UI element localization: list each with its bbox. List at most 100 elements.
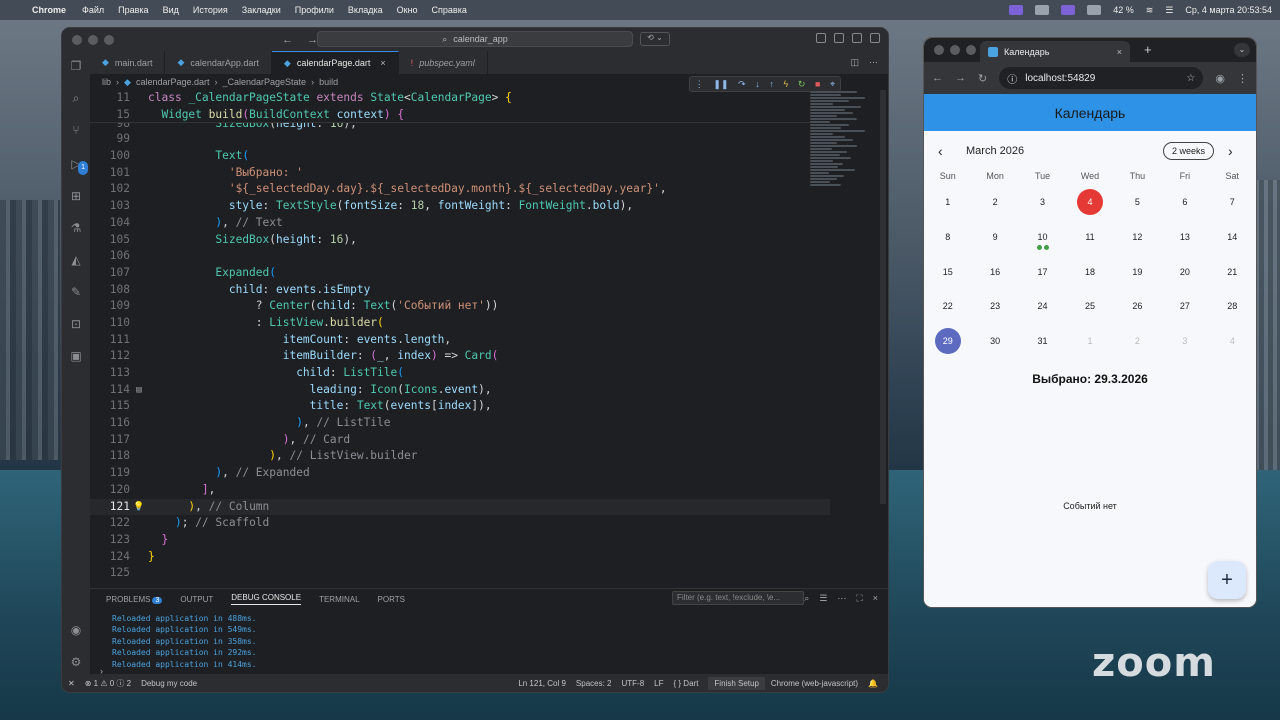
search-icon[interactable]: ⌕ [804, 593, 809, 604]
battery-status[interactable]: 42 % [1113, 5, 1134, 15]
calendar-day[interactable]: 14 [1209, 220, 1256, 255]
close-tab-icon[interactable]: × [380, 58, 385, 68]
tab-pubspec-yaml[interactable]: ! pubspec.yaml [399, 51, 488, 74]
more-actions-icon[interactable]: ⋯ [837, 593, 846, 604]
account-icon[interactable]: ◉ [69, 623, 83, 637]
browser-tab[interactable]: Календарь × [980, 41, 1130, 62]
settings-gear-icon[interactable]: ⚙ [69, 655, 83, 669]
more-actions-icon[interactable]: ⋯ [869, 57, 878, 68]
console-filter-input[interactable]: Filter (e.g. text, !exclude, \e... [672, 591, 804, 605]
command-center-search[interactable]: ⌕ calendar_app [317, 31, 633, 47]
bookmark-star-icon[interactable]: ☆ [1186, 73, 1195, 84]
step-into-icon[interactable]: ↓ [755, 79, 760, 89]
calendar-day[interactable]: 15 [924, 254, 971, 289]
tray-icon[interactable] [1035, 5, 1050, 15]
calendar-day[interactable]: 29 [924, 324, 971, 359]
target-device[interactable]: Chrome (web-javascript) [771, 679, 858, 688]
calendar-day[interactable]: 18 [1066, 254, 1113, 289]
testing-icon[interactable]: ⚗ [69, 221, 83, 235]
calendar-day[interactable]: 4 [1209, 324, 1256, 359]
menu-view[interactable]: Вид [163, 5, 179, 15]
calendar-day[interactable]: 2 [971, 185, 1018, 220]
pause-icon[interactable]: ❚❚ [713, 79, 728, 90]
menu-profiles[interactable]: Профили [295, 5, 334, 15]
minimize-window-button[interactable] [88, 34, 98, 45]
tab-main-dart[interactable]: ◆ main.dart [90, 51, 166, 74]
customize-layout-icon[interactable] [870, 33, 880, 43]
step-over-icon[interactable]: ↷ [738, 79, 746, 90]
restart-icon[interactable]: ↻ [798, 79, 806, 90]
stop-icon[interactable]: ■ [815, 79, 820, 89]
menu-help[interactable]: Справка [432, 5, 467, 15]
split-editor-icon[interactable]: ◫ [850, 57, 859, 68]
chrome-menu-icon[interactable]: ⋮ [1237, 72, 1248, 85]
profile-icon[interactable]: ◉ [1215, 72, 1225, 85]
menu-tab[interactable]: Вкладка [348, 5, 383, 15]
notifications-icon[interactable]: 🔔 [868, 679, 878, 688]
close-tab-icon[interactable]: × [1117, 47, 1122, 57]
menu-window[interactable]: Окно [397, 5, 418, 15]
calendar-day[interactable]: 1 [1066, 324, 1113, 359]
toggle-secondary-sidebar-icon[interactable] [852, 33, 862, 43]
wifi-icon[interactable]: ≋ [1146, 5, 1154, 16]
address-bar[interactable]: ⓘ localhost:54829 ☆ [999, 67, 1204, 89]
clock[interactable]: Ср, 4 марта 20:53:54 [1185, 5, 1272, 15]
back-arrow-icon[interactable]: ← [932, 72, 943, 84]
step-out-icon[interactable]: ↑ [769, 79, 774, 89]
calendar-day[interactable]: 21 [1209, 254, 1256, 289]
calendar-day[interactable]: 19 [1114, 254, 1161, 289]
forward-arrow-icon[interactable]: → [955, 72, 966, 84]
calendar-day[interactable]: 11 [1066, 220, 1113, 255]
prev-month-chevron-icon[interactable]: ‹ [938, 143, 952, 159]
control-center-icon[interactable]: ☰ [1165, 5, 1173, 16]
menu-history[interactable]: История [193, 5, 228, 15]
close-window-button[interactable] [934, 45, 944, 55]
calendar-day[interactable]: 8 [924, 220, 971, 255]
calendar-day[interactable]: 7 [1209, 185, 1256, 220]
finish-setup-button[interactable]: Finish Setup [708, 676, 765, 690]
calendar-day[interactable]: 23 [971, 289, 1018, 324]
weather-icon[interactable] [1087, 5, 1102, 15]
maximize-panel-icon[interactable]: ⛶ [856, 593, 862, 604]
breadcrumb-folder[interactable]: lib [102, 77, 111, 87]
debug-config[interactable]: Debug my code [141, 679, 197, 688]
menu-file[interactable]: Файл [82, 5, 104, 15]
toggle-panel-icon[interactable] [834, 33, 844, 43]
calendar-day[interactable]: 3 [1161, 324, 1208, 359]
tab-search-icon[interactable]: ⌄ [1234, 43, 1250, 57]
clear-console-icon[interactable]: ☰ [819, 593, 827, 604]
tab-problems[interactable]: PROBLEMS 3 [106, 595, 163, 604]
close-window-button[interactable] [72, 34, 82, 45]
tab-output[interactable]: OUTPUT [180, 595, 213, 604]
close-panel-icon[interactable]: × [873, 593, 878, 604]
calendar-day[interactable]: 25 [1066, 289, 1113, 324]
encoding[interactable]: UTF-8 [621, 679, 644, 688]
language-mode[interactable]: { } Dart [674, 679, 699, 688]
calendar-day[interactable]: 10 [1019, 220, 1066, 255]
breadcrumb-class[interactable]: _CalendarPageState [223, 77, 307, 87]
calendar-day[interactable]: 24 [1019, 289, 1066, 324]
search-activity-icon[interactable]: ⌕ [69, 91, 83, 105]
back-arrow-icon[interactable]: ← [282, 34, 293, 46]
breadcrumb-method[interactable]: build [319, 77, 338, 87]
maximize-window-button[interactable] [966, 45, 976, 55]
calendar-day[interactable]: 28 [1209, 289, 1256, 324]
tab-terminal[interactable]: TERMINAL [319, 595, 359, 604]
calendar-day[interactable]: 26 [1114, 289, 1161, 324]
hot-reload-icon[interactable]: ϟ [783, 79, 788, 89]
tab-calendarapp-dart[interactable]: ◆ calendarApp.dart [165, 51, 272, 74]
add-event-fab[interactable]: + [1208, 561, 1246, 599]
indentation[interactable]: Spaces: 2 [576, 679, 612, 688]
zoom-status-icon[interactable] [1009, 5, 1024, 15]
calendar-day[interactable]: 30 [971, 324, 1018, 359]
calendar-day[interactable]: 6 [1161, 185, 1208, 220]
edit-icon[interactable]: ✎ [69, 285, 83, 299]
calendar-day[interactable]: 27 [1161, 289, 1208, 324]
menu-bookmarks[interactable]: Закладки [242, 5, 281, 15]
tab-ports[interactable]: PORTS [378, 595, 405, 604]
calendar-day[interactable]: 12 [1114, 220, 1161, 255]
calendar-day[interactable]: 17 [1019, 254, 1066, 289]
calendar-day[interactable]: 3 [1019, 185, 1066, 220]
minimize-window-button[interactable] [950, 45, 960, 55]
format-toggle-button[interactable]: 2 weeks [1162, 142, 1214, 160]
